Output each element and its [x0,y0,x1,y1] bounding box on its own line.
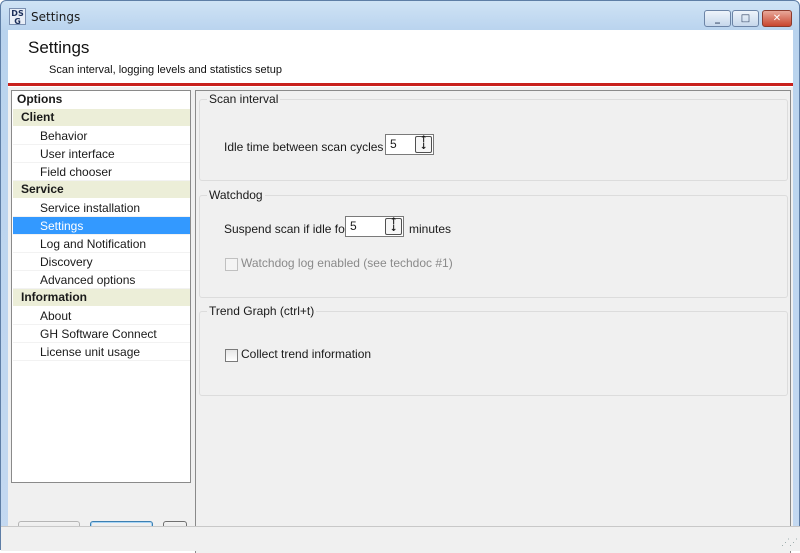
tree-header: Options [17,92,63,106]
suspend-scan-label: Suspend scan if idle for [224,222,349,236]
scan-interval-title: Scan interval [207,92,281,106]
ds-app-icon: DS G [9,8,26,26]
close-window-button[interactable]: ✕ [762,10,792,27]
client-area: Settings Scan interval, logging levels a… [8,30,793,553]
tree-item-gh-software-connect[interactable]: GH Software Connect [13,325,190,343]
trend-graph-group: Trend Graph (ctrl+t) Collect trend infor… [199,304,788,396]
maximize-button[interactable]: □ [732,10,759,27]
collect-trend-checkbox[interactable] [225,349,238,362]
tree-item-advanced-options[interactable]: Advanced options [13,271,190,289]
page-subtitle: Scan interval, logging levels and statis… [49,64,282,76]
resize-grip-icon[interactable]: ⋰⋰ [781,537,798,548]
page-header: Settings Scan interval, logging levels a… [8,30,793,86]
idle-time-spinner[interactable]: 5 ↑ ↓ [385,134,434,155]
watchdog-group: Watchdog Suspend scan if idle for 5 ↑ ↓ m… [199,188,788,298]
tree-item-settings[interactable]: Settings [13,217,190,235]
tree-item-log-and-notification[interactable]: Log and Notification [13,235,190,253]
tree-item-about[interactable]: About [13,307,190,325]
tree-item-discovery[interactable]: Discovery [13,253,190,271]
watchdog-title: Watchdog [207,188,265,202]
header-divider [8,83,793,86]
title-bar: DS G Settings _ □ ✕ [1,1,799,31]
scan-interval-group: Scan interval Idle time between scan cyc… [199,92,788,181]
tree-item-behavior[interactable]: Behavior [13,127,190,145]
idle-time-value[interactable]: 5 [390,137,397,151]
tree-item-service-installation[interactable]: Service installation [13,199,190,217]
minutes-label: minutes [409,222,452,236]
minimize-button[interactable]: _ [704,10,731,27]
tree-group-information[interactable]: Information [13,289,190,306]
tree-item-license-unit-usage[interactable]: License unit usage [13,343,190,361]
suspend-scan-spinner[interactable]: 5 ↑ ↓ [345,216,404,237]
body-area: Options Client Behavior User interface F… [8,87,793,553]
window-title: Settings [31,10,81,24]
settings-content: Scan interval Idle time between scan cyc… [195,90,791,553]
tree-group-client[interactable]: Client [13,109,190,126]
spin-arrows-icon[interactable]: ↑ ↓ [385,218,402,235]
watchdog-log-label: Watchdog log enabled (see techdoc #1) [241,256,453,270]
tree-group-service[interactable]: Service [13,181,190,198]
status-bar: ⋰⋰ [1,526,800,551]
trend-graph-title: Trend Graph (ctrl+t) [207,304,317,318]
idle-time-label: Idle time between scan cycles [224,140,384,154]
options-tree: Options Client Behavior User interface F… [11,90,191,483]
suspend-scan-value[interactable]: 5 [350,219,357,233]
watchdog-log-checkbox[interactable] [225,258,238,271]
spin-arrows-icon[interactable]: ↑ ↓ [415,136,432,153]
tree-item-field-chooser[interactable]: Field chooser [13,163,190,181]
settings-window: DS G Settings _ □ ✕ Settings Scan interva… [0,0,800,553]
tree-item-user-interface[interactable]: User interface [13,145,190,163]
collect-trend-label: Collect trend information [241,347,372,361]
page-title: Settings [28,38,90,57]
